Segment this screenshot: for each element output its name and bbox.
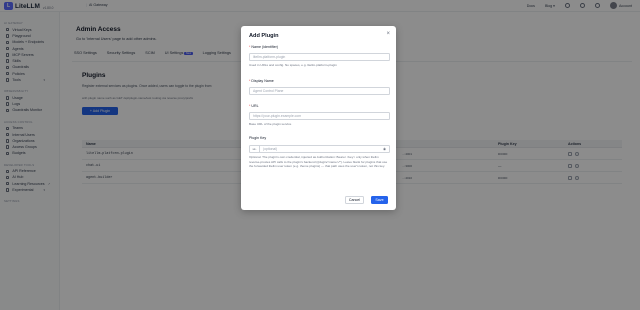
cancel-button[interactable]: Cancel — [345, 196, 364, 204]
close-icon[interactable]: × — [386, 31, 390, 37]
url-label-text: URL — [251, 104, 259, 108]
display-name-placeholder: Agent Control Plane — [253, 89, 284, 93]
add-plugin-modal: Add Plugin × * Name (identifier) litellm… — [241, 26, 396, 210]
save-button[interactable]: Save — [371, 196, 388, 204]
name-placeholder: litellm-platform-plugin — [253, 55, 286, 59]
key-prefix: sk- — [250, 146, 260, 152]
url-input[interactable]: https://your-plugin.example.com — [249, 112, 390, 120]
plugin-key-input[interactable]: sk- (optional) ◉ — [249, 145, 390, 153]
name-label: * Name (identifier) — [249, 45, 278, 49]
eye-icon[interactable]: ◉ — [380, 147, 389, 151]
url-label: * URL — [249, 104, 259, 108]
plugin-key-placeholder: (optional) — [263, 147, 278, 151]
plugin-key-help-text: Optional. The plugin's own credential, i… — [249, 155, 388, 169]
name-input[interactable]: litellm-platform-plugin — [249, 53, 390, 61]
url-placeholder: https://your-plugin.example.com — [253, 114, 302, 118]
modal-title: Add Plugin — [249, 33, 279, 39]
name-label-text: Name (identifier) — [251, 45, 278, 49]
plugin-key-label: Plugin Key — [249, 136, 267, 140]
display-name-label-text: Display Name — [251, 79, 274, 83]
display-name-input[interactable]: Agent Control Plane — [249, 87, 390, 95]
display-name-label: * Display Name — [249, 79, 274, 83]
name-help-text: Used in URLs and config. No spaces, e.g.… — [249, 63, 337, 67]
url-help-text: Base URL of the plugin service — [249, 122, 292, 126]
